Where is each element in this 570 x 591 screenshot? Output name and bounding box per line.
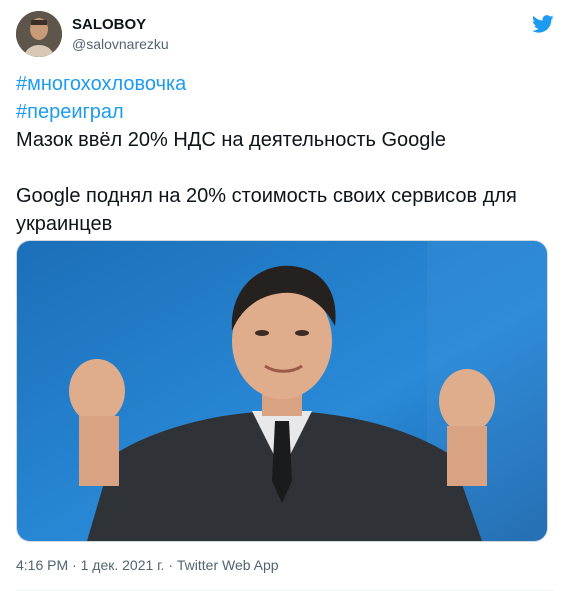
tweet-text: #многохохловочка #переиграл Мазок ввёл 2… <box>16 70 554 238</box>
tweet-time[interactable]: 4:16 PM <box>16 557 68 573</box>
meta-separator: · <box>164 557 177 573</box>
twitter-bird-icon[interactable] <box>532 13 554 35</box>
tweet-photo[interactable] <box>16 240 548 542</box>
display-name[interactable]: SALOBOY <box>72 15 169 34</box>
tweet-line: Google поднял на 20% стоимость своих сер… <box>16 185 517 207</box>
hashtag-link[interactable]: #переиграл <box>16 101 124 123</box>
handle[interactable]: @salovnarezku <box>72 35 169 53</box>
avatar[interactable] <box>16 11 62 57</box>
meta-separator: · <box>68 557 81 573</box>
tweet-source[interactable]: Twitter Web App <box>177 557 279 573</box>
hashtag-link[interactable]: #многохохловочка <box>16 73 186 95</box>
tweet-line: украинцев <box>16 213 113 235</box>
tweet-card: SALOBOY @salovnarezku #многохохловочка #… <box>0 0 570 591</box>
photo-image <box>17 241 547 541</box>
tweet-header: SALOBOY @salovnarezku <box>16 11 554 59</box>
tweet-meta: 4:16 PM · 1 дек. 2021 г. · Twitter Web A… <box>16 557 279 573</box>
author-names: SALOBOY @salovnarezku <box>72 15 169 53</box>
tweet-date[interactable]: 1 дек. 2021 г. <box>81 557 165 573</box>
avatar-image <box>16 11 62 57</box>
tweet-line: Мазок ввёл 20% НДС на деятельность Googl… <box>16 129 446 151</box>
